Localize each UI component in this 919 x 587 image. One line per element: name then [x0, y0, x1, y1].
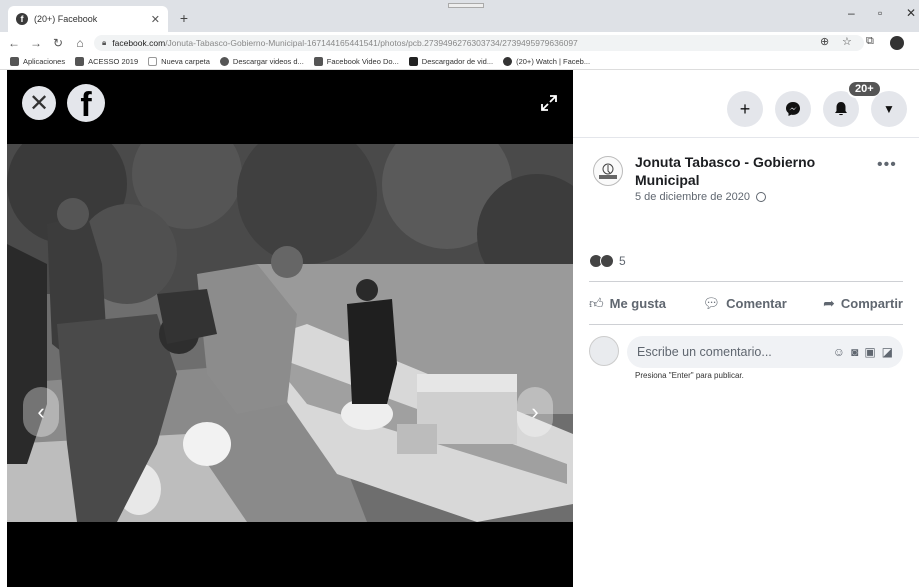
next-photo-button[interactable]: ›	[517, 387, 553, 437]
window-close-icon[interactable]: ✕	[906, 6, 916, 20]
post-actions: 👍︎ Me gusta 💬︎ Comentar ➦ Compartir	[589, 289, 903, 317]
love-reaction-icon	[600, 254, 614, 268]
download-icon	[219, 57, 229, 66]
bookmark-star-icon[interactable]: ☆	[842, 35, 852, 48]
create-button[interactable]: +	[727, 91, 763, 127]
url-path: /Jonuta-Tabasco-Gobierno-Municipal-16714…	[165, 38, 578, 48]
sticker-icon[interactable]: ◪	[882, 345, 893, 359]
thumbs-up-icon: 👍︎	[589, 294, 604, 311]
previous-photo-button[interactable]: ‹	[23, 387, 59, 437]
bookmarks-bar: Aplicaciones ACESSO 2019 Nueva carpeta D…	[0, 54, 919, 70]
home-icon[interactable]: ⌂	[72, 36, 88, 50]
chevron-left-icon: ‹	[37, 399, 45, 424]
facebook-logo-icon[interactable]: f	[67, 84, 105, 122]
comment-tools: ☺ ◙ ▣ ◪	[833, 345, 893, 359]
reaction-count: 5	[619, 254, 626, 268]
browser-tab-bar: f (20+) Facebook ✕ + – ▫ ✕	[0, 0, 919, 32]
post-timestamp[interactable]: 5 de diciembre de 2020	[635, 191, 766, 203]
share-button[interactable]: ➦ Compartir	[823, 295, 903, 312]
close-viewer-button[interactable]: ✕	[22, 86, 56, 120]
plus-icon: +	[739, 98, 751, 119]
account-menu-button[interactable]: ▼	[871, 91, 907, 127]
comment-input[interactable]: Escribe un comentario... ☺ ◙ ▣ ◪	[627, 336, 903, 368]
bookmark-icon	[75, 57, 85, 66]
back-icon[interactable]: ←	[6, 36, 22, 50]
apps-icon	[10, 57, 19, 66]
photo-viewer: ✕ f ‹ ›	[7, 70, 573, 587]
comment-label: Comentar	[726, 295, 787, 311]
tab-close-icon[interactable]: ✕	[151, 13, 160, 26]
bookmark-item[interactable]: Descargador de vid...	[408, 57, 493, 66]
comment-placeholder: Escribe un comentario...	[637, 345, 772, 359]
lock-icon: 🔒︎	[102, 38, 107, 47]
page-avatar[interactable]	[593, 156, 623, 186]
tab-title: (20+) Facebook	[34, 14, 98, 24]
divider	[573, 137, 919, 138]
bookmark-item[interactable]: ACESSO 2019	[75, 57, 138, 66]
video-icon	[313, 57, 323, 66]
new-tab-button[interactable]: +	[174, 8, 194, 28]
url-host: facebook.com	[112, 38, 166, 48]
reload-icon[interactable]: ↻	[50, 36, 66, 50]
page-name-link[interactable]: Jonuta Tabasco - Gobierno Municipal	[635, 153, 855, 189]
browser-tab[interactable]: f (20+) Facebook ✕	[8, 6, 168, 32]
facebook-icon: f	[16, 13, 28, 25]
extension-icon[interactable]: ⧉	[866, 35, 874, 48]
messenger-icon	[786, 102, 800, 116]
post-details-panel: + 20+ ▼ Jonuta Tabasco - Gobierno Munici…	[573, 70, 919, 587]
minimize-icon[interactable]: –	[848, 6, 855, 20]
globe-icon	[755, 192, 766, 202]
messenger-button[interactable]	[775, 91, 811, 127]
more-icon: •••	[877, 156, 897, 173]
like-button[interactable]: 👍︎ Me gusta	[589, 295, 666, 312]
maximize-icon[interactable]: ▫	[878, 6, 882, 20]
bookmark-item[interactable]: Facebook Video Do...	[313, 57, 399, 66]
folder-icon	[148, 57, 158, 66]
bell-icon	[835, 102, 847, 116]
more-options-button[interactable]: •••	[877, 156, 897, 174]
download-icon	[408, 57, 418, 66]
chevron-right-icon: ›	[531, 399, 539, 424]
forward-icon[interactable]: →	[28, 36, 44, 50]
divider	[589, 324, 903, 325]
bookmark-item[interactable]: Descargar videos d...	[219, 57, 304, 66]
comment-button[interactable]: 💬︎ Comentar	[702, 295, 786, 312]
bookmark-apps[interactable]: Aplicaciones	[10, 57, 65, 66]
caret-down-icon: ▼	[883, 102, 895, 116]
divider	[589, 281, 903, 282]
camera-icon[interactable]: ◙	[851, 345, 858, 359]
comment-icon: 💬︎	[702, 294, 721, 311]
reactions-summary[interactable]: 5	[589, 254, 626, 268]
share-label: Compartir	[840, 295, 903, 311]
share-icon: ➦	[823, 294, 835, 311]
profile-avatar[interactable]	[890, 36, 904, 50]
enter-hint: Presiona "Enter" para publicar.	[635, 371, 744, 380]
facebook-icon	[503, 57, 513, 66]
post-photo[interactable]	[7, 144, 573, 522]
close-icon: ✕	[28, 89, 50, 117]
post-date: 5 de diciembre de 2020	[635, 191, 750, 203]
emoji-icon[interactable]: ☺	[833, 345, 845, 359]
expand-icon[interactable]	[540, 94, 558, 112]
bookmark-folder[interactable]: Nueva carpeta	[148, 57, 210, 66]
window-drag-handle[interactable]	[448, 3, 484, 8]
browser-toolbar: ← → ↻ ⌂ 🔒︎ facebook.com /Jonuta-Tabasco-…	[0, 32, 919, 54]
bookmark-item[interactable]: (20+) Watch | Faceb...	[503, 57, 590, 66]
page-logo-icon	[599, 163, 617, 179]
user-avatar[interactable]	[589, 336, 619, 366]
like-label: Me gusta	[609, 295, 666, 311]
address-bar[interactable]: 🔒︎ facebook.com /Jonuta-Tabasco-Gobierno…	[94, 35, 864, 51]
gif-icon[interactable]: ▣	[864, 345, 875, 359]
zoom-icon[interactable]: ⊕	[820, 35, 829, 48]
